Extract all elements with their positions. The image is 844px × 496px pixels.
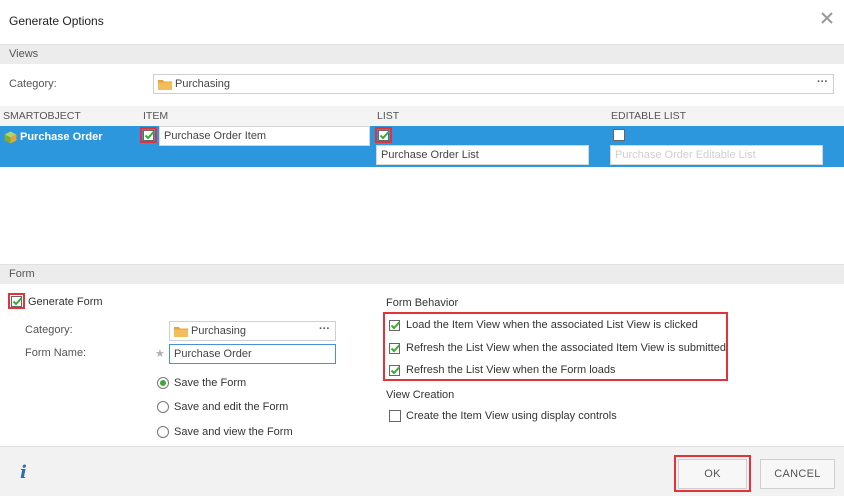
behavior-load-item-view-label: Load the Item View when the associated L… <box>406 319 698 331</box>
behavior-refresh-on-load-label: Refresh the List View when the Form load… <box>406 364 616 376</box>
folder-icon <box>158 79 172 90</box>
form-category-label: Category: <box>25 324 73 336</box>
behavior-load-item-view-checkbox[interactable] <box>389 320 401 331</box>
column-header-smartobject: SMARTOBJECT <box>3 110 81 122</box>
form-name-input[interactable]: Purchase Order <box>169 344 336 364</box>
views-grid-header <box>0 106 844 126</box>
smartobject-name: Purchase Order <box>20 131 103 143</box>
behavior-refresh-on-submit-label: Refresh the List View when the associate… <box>406 342 726 354</box>
smartobject-icon <box>4 131 17 144</box>
generate-form-label: Generate Form <box>28 296 103 308</box>
column-header-editable-list: EDITABLE LIST <box>611 110 687 122</box>
form-category-value: Purchasing <box>191 325 247 337</box>
views-section-label: Views <box>9 48 39 60</box>
save-and-view-form-label: Save and view the Form <box>174 426 293 438</box>
views-category-browse-button[interactable]: ··· <box>817 76 828 88</box>
save-and-edit-form-label: Save and edit the Form <box>174 401 289 413</box>
item-view-name-input[interactable]: Purchase Order Item <box>159 126 370 146</box>
save-and-view-form-radio[interactable] <box>157 426 169 438</box>
dialog-title: Generate Options <box>9 14 104 28</box>
form-section-header: Form <box>0 264 844 284</box>
close-icon[interactable] <box>818 9 836 27</box>
form-name-label: Form Name: <box>25 347 87 359</box>
view-creation-display-controls-label: Create the Item View using display contr… <box>406 410 617 422</box>
item-checkbox[interactable] <box>143 130 155 141</box>
required-star-icon: ★ <box>155 348 165 360</box>
form-category-browse-button[interactable]: ··· <box>319 323 330 335</box>
info-icon[interactable]: i <box>20 462 27 483</box>
view-creation-display-controls-checkbox[interactable] <box>389 410 401 422</box>
list-checkbox[interactable] <box>378 130 390 141</box>
views-category-value: Purchasing <box>175 78 231 90</box>
view-creation-heading: View Creation <box>386 389 455 401</box>
views-section-header: Views <box>0 44 844 64</box>
form-category-picker[interactable]: Purchasing ··· <box>169 321 336 341</box>
form-behavior-heading: Form Behavior <box>386 297 459 309</box>
behavior-refresh-on-submit-checkbox[interactable] <box>389 343 401 354</box>
form-section-label: Form <box>9 268 35 280</box>
views-category-picker[interactable]: Purchasing ··· <box>153 74 834 94</box>
behavior-refresh-on-load-checkbox[interactable] <box>389 365 401 376</box>
column-header-item: ITEM <box>143 110 169 122</box>
column-header-list: LIST <box>377 110 400 122</box>
editable-list-checkbox[interactable] <box>613 129 625 141</box>
views-category-label: Category: <box>9 78 57 90</box>
cancel-button[interactable]: CANCEL <box>760 459 835 489</box>
list-view-name-input[interactable]: Purchase Order List <box>376 145 589 165</box>
editable-list-view-name-input[interactable]: Purchase Order Editable List <box>610 145 823 165</box>
save-form-label: Save the Form <box>174 377 247 389</box>
save-form-radio[interactable] <box>157 377 169 389</box>
generate-form-checkbox[interactable] <box>11 296 23 307</box>
ok-button-highlight <box>674 455 751 492</box>
folder-icon <box>174 326 188 337</box>
save-and-edit-form-radio[interactable] <box>157 401 169 413</box>
